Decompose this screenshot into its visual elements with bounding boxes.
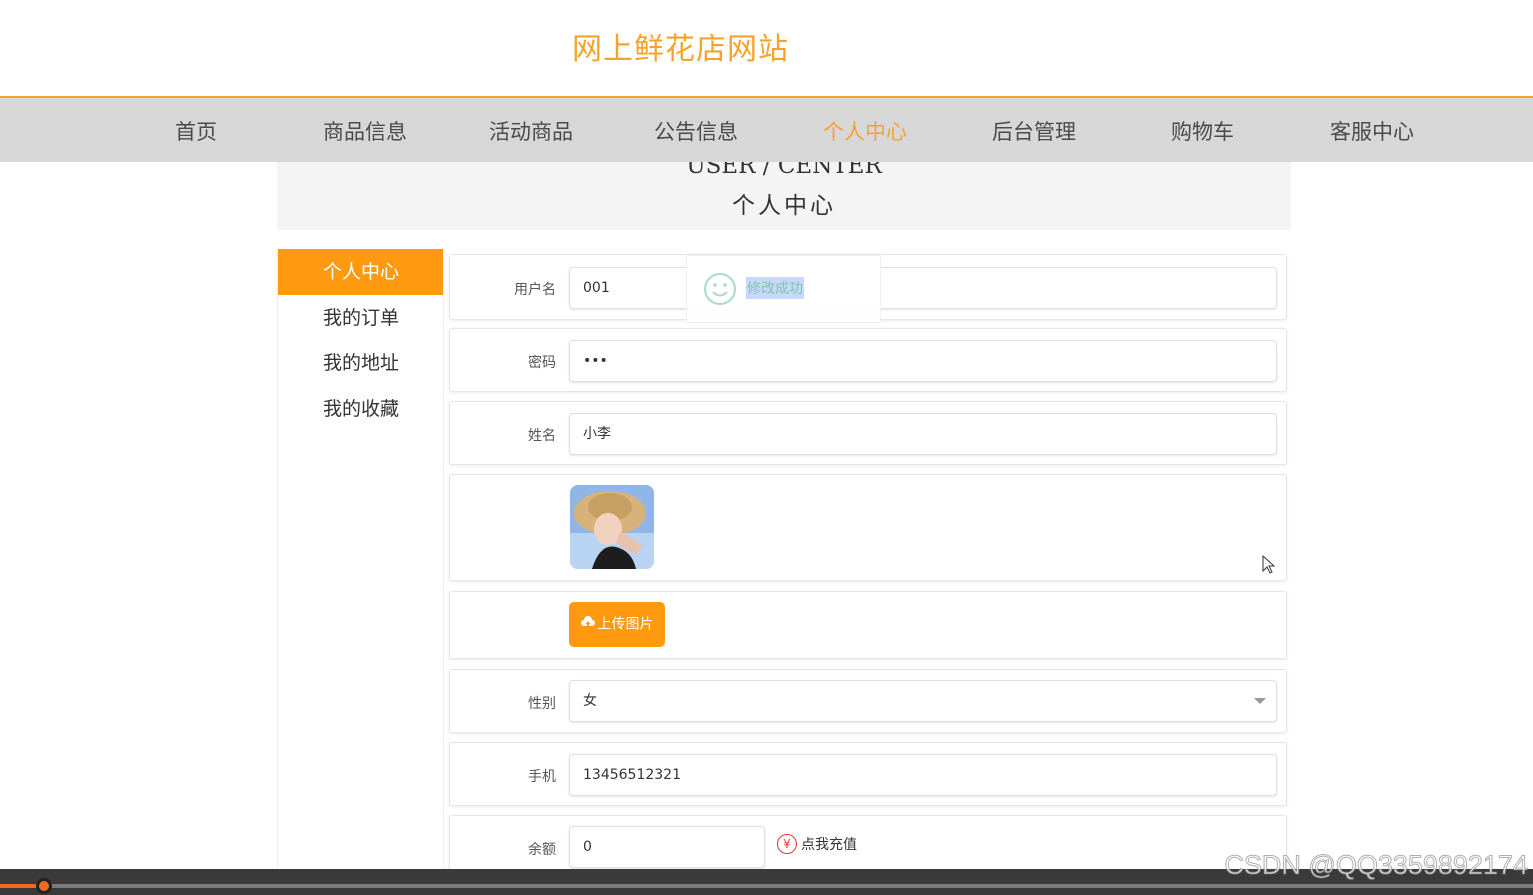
balance-input[interactable]: 0 bbox=[569, 826, 765, 868]
phone-label: 手机 bbox=[528, 769, 556, 785]
progress-knob[interactable] bbox=[36, 878, 52, 894]
banner-title: 个人中心 bbox=[732, 193, 836, 219]
form-row-avatar bbox=[449, 474, 1287, 581]
nav-item-home[interactable]: 首页 bbox=[175, 116, 217, 146]
chevron-down-icon bbox=[1254, 698, 1266, 704]
name-input[interactable]: 小李 bbox=[569, 413, 1277, 455]
form-row-password: 密码 ••• bbox=[449, 328, 1287, 392]
username-label: 用户名 bbox=[514, 282, 556, 298]
phone-input[interactable]: 13456512321 bbox=[569, 754, 1277, 796]
nav-item-service[interactable]: 客服中心 bbox=[1330, 116, 1414, 146]
recharge-label: 点我充值 bbox=[801, 837, 857, 853]
nav-item-products[interactable]: 商品信息 bbox=[323, 116, 407, 146]
balance-label: 余额 bbox=[528, 842, 556, 858]
smile-icon bbox=[703, 272, 737, 310]
sidebar: 个人中心 我的订单 我的地址 我的收藏 bbox=[277, 249, 444, 871]
gender-label: 性别 bbox=[528, 696, 556, 712]
progress-track bbox=[0, 884, 1533, 888]
yen-icon: ¥ bbox=[777, 834, 797, 854]
form-row-name: 姓名 小李 bbox=[449, 401, 1287, 465]
mouse-cursor-icon bbox=[1262, 554, 1276, 579]
site-title: 网上鲜花店网站 bbox=[572, 32, 789, 67]
name-label: 姓名 bbox=[528, 428, 556, 444]
sidebar-item-address[interactable]: 我的地址 bbox=[278, 340, 444, 386]
sidebar-item-user-center[interactable]: 个人中心 bbox=[278, 249, 444, 295]
page-banner: USER / CENTER 个人中心 bbox=[277, 162, 1291, 230]
form-row-balance: 余额 0 ¥ 点我充值 bbox=[449, 815, 1287, 875]
form-row-gender: 性别 女 bbox=[449, 669, 1287, 733]
password-input[interactable]: ••• bbox=[569, 340, 1277, 382]
main-nav: 首页 商品信息 活动商品 公告信息 个人中心 后台管理 购物车 客服中心 bbox=[0, 96, 1533, 162]
nav-item-announcements[interactable]: 公告信息 bbox=[654, 116, 738, 146]
nav-item-cart[interactable]: 购物车 bbox=[1171, 116, 1234, 146]
success-toast: 修改成功 bbox=[686, 255, 881, 323]
nav-item-promotions[interactable]: 活动商品 bbox=[489, 116, 573, 146]
nav-item-user-center[interactable]: 个人中心 bbox=[823, 116, 907, 146]
upload-image-button[interactable]: 上传图片 bbox=[569, 602, 665, 647]
sidebar-item-orders[interactable]: 我的订单 bbox=[278, 295, 444, 341]
profile-form: 用户名 001 密码 ••• 姓名 小李 上传图片 性别 女 手机 134565… bbox=[443, 249, 1291, 875]
recharge-link[interactable]: ¥ 点我充值 bbox=[777, 834, 857, 854]
nav-item-admin[interactable]: 后台管理 bbox=[992, 116, 1076, 146]
gender-value: 女 bbox=[583, 693, 597, 709]
gender-select[interactable]: 女 bbox=[569, 680, 1277, 722]
password-label: 密码 bbox=[528, 355, 556, 371]
toast-message: 修改成功 bbox=[746, 277, 804, 299]
form-row-upload: 上传图片 bbox=[449, 591, 1287, 659]
banner-english-title: USER / CENTER bbox=[686, 162, 882, 179]
avatar bbox=[570, 485, 654, 569]
upload-image-label: 上传图片 bbox=[597, 616, 654, 633]
sidebar-item-favorites[interactable]: 我的收藏 bbox=[278, 386, 444, 432]
cloud-upload-icon bbox=[580, 602, 595, 647]
username-input[interactable]: 001 bbox=[569, 267, 1277, 309]
form-row-phone: 手机 13456512321 bbox=[449, 742, 1287, 806]
watermark: CSDN @QQ3359892174 bbox=[1224, 850, 1529, 881]
